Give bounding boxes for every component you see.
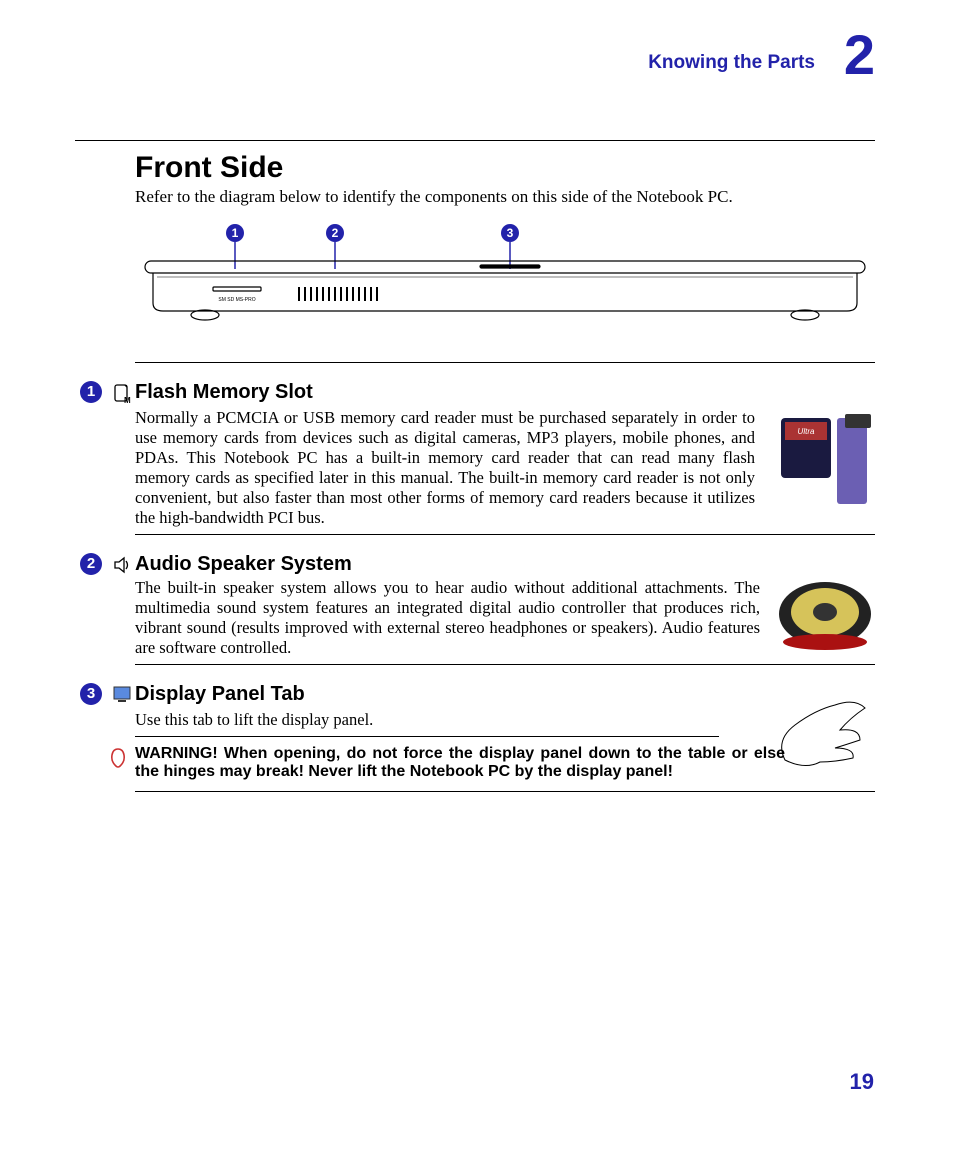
bullet-1: 1 (80, 381, 102, 403)
bullet-2: 2 (80, 553, 102, 575)
callout-2: 2 (332, 226, 339, 240)
divider (135, 362, 875, 363)
speaker-icon (111, 555, 133, 580)
svg-text:M: M (124, 396, 131, 403)
header-rule (75, 140, 875, 141)
intro-text: Refer to the diagram below to identify t… (135, 187, 875, 207)
speaker-image (775, 578, 875, 661)
memory-card-icon: M (111, 383, 133, 408)
page-title: Front Side (135, 151, 875, 185)
front-side-diagram: 1 2 3 SM SD MS-PRO (135, 221, 875, 346)
warning-text: WARNING! When opening, do not force the … (135, 745, 785, 781)
divider (135, 736, 719, 737)
item-2-title: Audio Speaker System (135, 553, 875, 576)
item-1-title: Flash Memory Slot (135, 381, 875, 404)
divider (135, 664, 875, 665)
divider (135, 534, 875, 535)
item-3-body: Use this tab to lift the display panel. (135, 710, 735, 730)
chapter-number: 2 (844, 22, 875, 87)
callout-1: 1 (232, 226, 239, 240)
slot-label: SM SD MS-PRO (218, 297, 255, 303)
item-3-title: Display Panel Tab (135, 683, 875, 706)
header-section: Knowing the Parts (648, 52, 815, 74)
svg-text:Ultra: Ultra (798, 427, 815, 436)
bullet-3: 3 (80, 683, 102, 705)
callout-3: 3 (507, 226, 514, 240)
display-icon (111, 685, 133, 708)
item-2-body: The built-in speaker system allows you t… (135, 578, 760, 658)
divider (135, 791, 875, 792)
warning-icon (107, 747, 129, 774)
memory-cards-image: Ultra (775, 412, 875, 517)
item-1-body: Normally a PCMCIA or USB memory card rea… (135, 408, 755, 528)
page-number: 19 (850, 1069, 874, 1095)
